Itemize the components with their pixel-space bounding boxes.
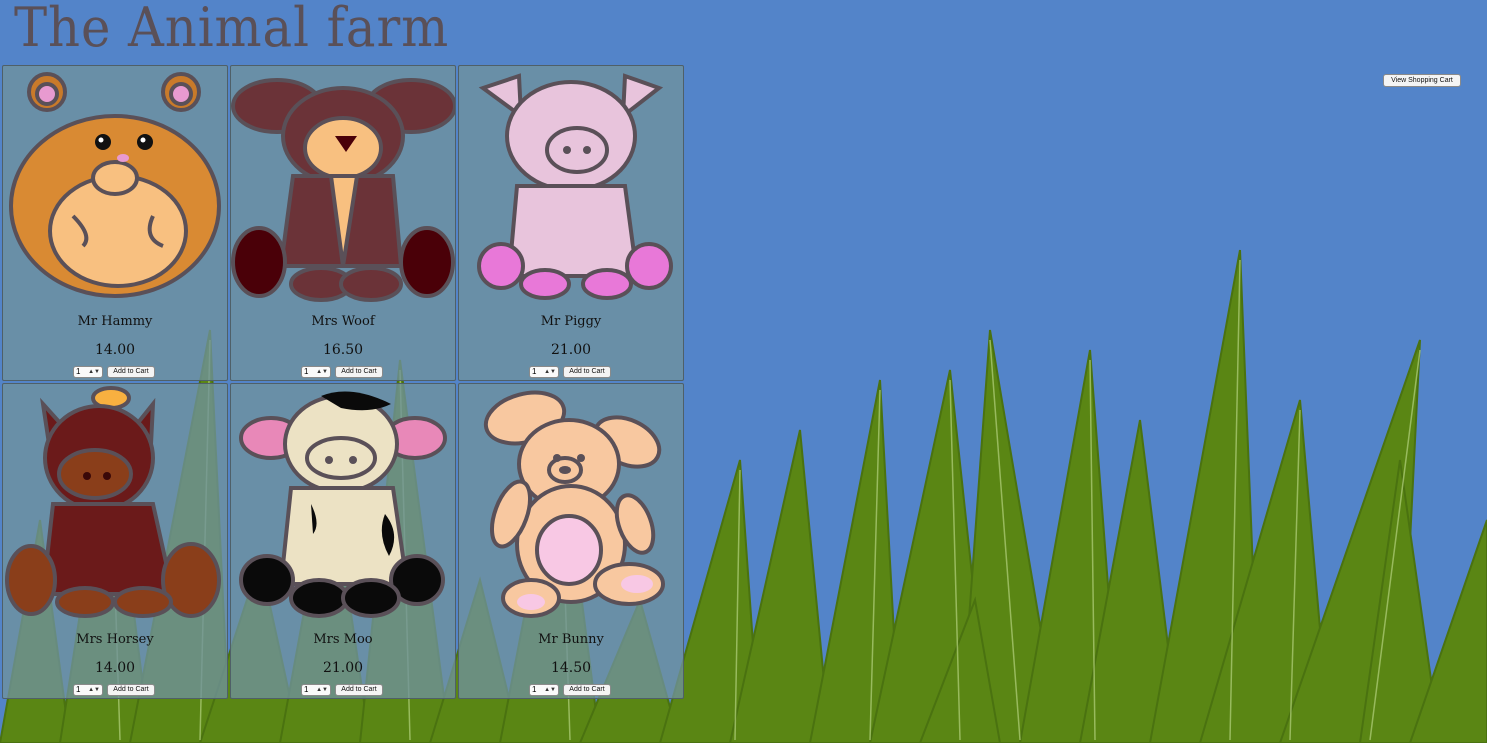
view-shopping-cart-button[interactable]: View Shopping Cart xyxy=(1383,74,1461,87)
product-name: Mr Piggy xyxy=(540,314,602,329)
cart-controls: 1 ▲▼ Add to Cart xyxy=(529,684,611,696)
stepper-arrows-icon: ▲▼ xyxy=(88,687,100,693)
stepper-arrows-icon: ▲▼ xyxy=(544,687,556,693)
quantity-select[interactable]: 1 ▲▼ xyxy=(529,366,559,378)
add-to-cart-button[interactable]: Add to Cart xyxy=(335,366,383,378)
quantity-select[interactable]: 1 ▲▼ xyxy=(301,684,331,696)
quantity-value: 1 xyxy=(532,685,537,694)
cart-controls: 1 ▲▼ Add to Cart xyxy=(301,366,383,378)
product-name: Mrs Moo xyxy=(313,632,373,647)
stepper-arrows-icon: ▲▼ xyxy=(88,369,100,375)
quantity-value: 1 xyxy=(304,367,309,376)
quantity-select[interactable]: 1 ▲▼ xyxy=(529,684,559,696)
cart-controls: 1 ▲▼ Add to Cart xyxy=(301,684,383,696)
dog-icon[interactable] xyxy=(231,66,455,310)
add-to-cart-button[interactable]: Add to Cart xyxy=(563,366,611,378)
hamster-icon[interactable] xyxy=(3,66,227,310)
bunny-icon[interactable] xyxy=(459,384,683,628)
horse-icon[interactable] xyxy=(3,384,227,628)
cart-controls: 1 ▲▼ Add to Cart xyxy=(73,684,155,696)
site-title: The Animal farm xyxy=(14,0,450,59)
product-price: 14.50 xyxy=(550,660,592,676)
quantity-value: 1 xyxy=(304,685,309,694)
add-to-cart-button[interactable]: Add to Cart xyxy=(107,366,155,378)
cow-icon[interactable] xyxy=(231,384,455,628)
product-card: Mr Piggy 21.00 1 ▲▼ Add to Cart xyxy=(458,65,684,381)
quantity-select[interactable]: 1 ▲▼ xyxy=(73,366,103,378)
quantity-value: 1 xyxy=(532,367,537,376)
product-name: Mr Hammy xyxy=(77,314,153,329)
quantity-value: 1 xyxy=(76,367,81,376)
product-card: Mrs Woof 16.50 1 ▲▼ Add to Cart xyxy=(230,65,456,381)
product-grid: Mr Hammy 14.00 1 ▲▼ Add to Cart Mrs Woof… xyxy=(2,65,684,699)
product-price: 14.00 xyxy=(94,342,136,358)
product-price: 21.00 xyxy=(550,342,592,358)
product-price: 21.00 xyxy=(322,660,364,676)
quantity-select[interactable]: 1 ▲▼ xyxy=(73,684,103,696)
product-price: 16.50 xyxy=(322,342,364,358)
cart-controls: 1 ▲▼ Add to Cart xyxy=(529,366,611,378)
add-to-cart-button[interactable]: Add to Cart xyxy=(335,684,383,696)
add-to-cart-button[interactable]: Add to Cart xyxy=(563,684,611,696)
stepper-arrows-icon: ▲▼ xyxy=(544,369,556,375)
pig-icon[interactable] xyxy=(459,66,683,310)
stepper-arrows-icon: ▲▼ xyxy=(316,369,328,375)
product-card: Mrs Horsey 14.00 1 ▲▼ Add to Cart xyxy=(2,383,228,699)
product-card: Mr Bunny 14.50 1 ▲▼ Add to Cart xyxy=(458,383,684,699)
add-to-cart-button[interactable]: Add to Cart xyxy=(107,684,155,696)
product-price: 14.00 xyxy=(94,660,136,676)
cart-controls: 1 ▲▼ Add to Cart xyxy=(73,366,155,378)
product-name: Mrs Horsey xyxy=(76,632,154,647)
product-card: Mrs Moo 21.00 1 ▲▼ Add to Cart xyxy=(230,383,456,699)
quantity-value: 1 xyxy=(76,685,81,694)
stepper-arrows-icon: ▲▼ xyxy=(316,687,328,693)
product-card: Mr Hammy 14.00 1 ▲▼ Add to Cart xyxy=(2,65,228,381)
product-name: Mrs Woof xyxy=(311,314,375,329)
product-name: Mr Bunny xyxy=(538,632,604,647)
quantity-select[interactable]: 1 ▲▼ xyxy=(301,366,331,378)
